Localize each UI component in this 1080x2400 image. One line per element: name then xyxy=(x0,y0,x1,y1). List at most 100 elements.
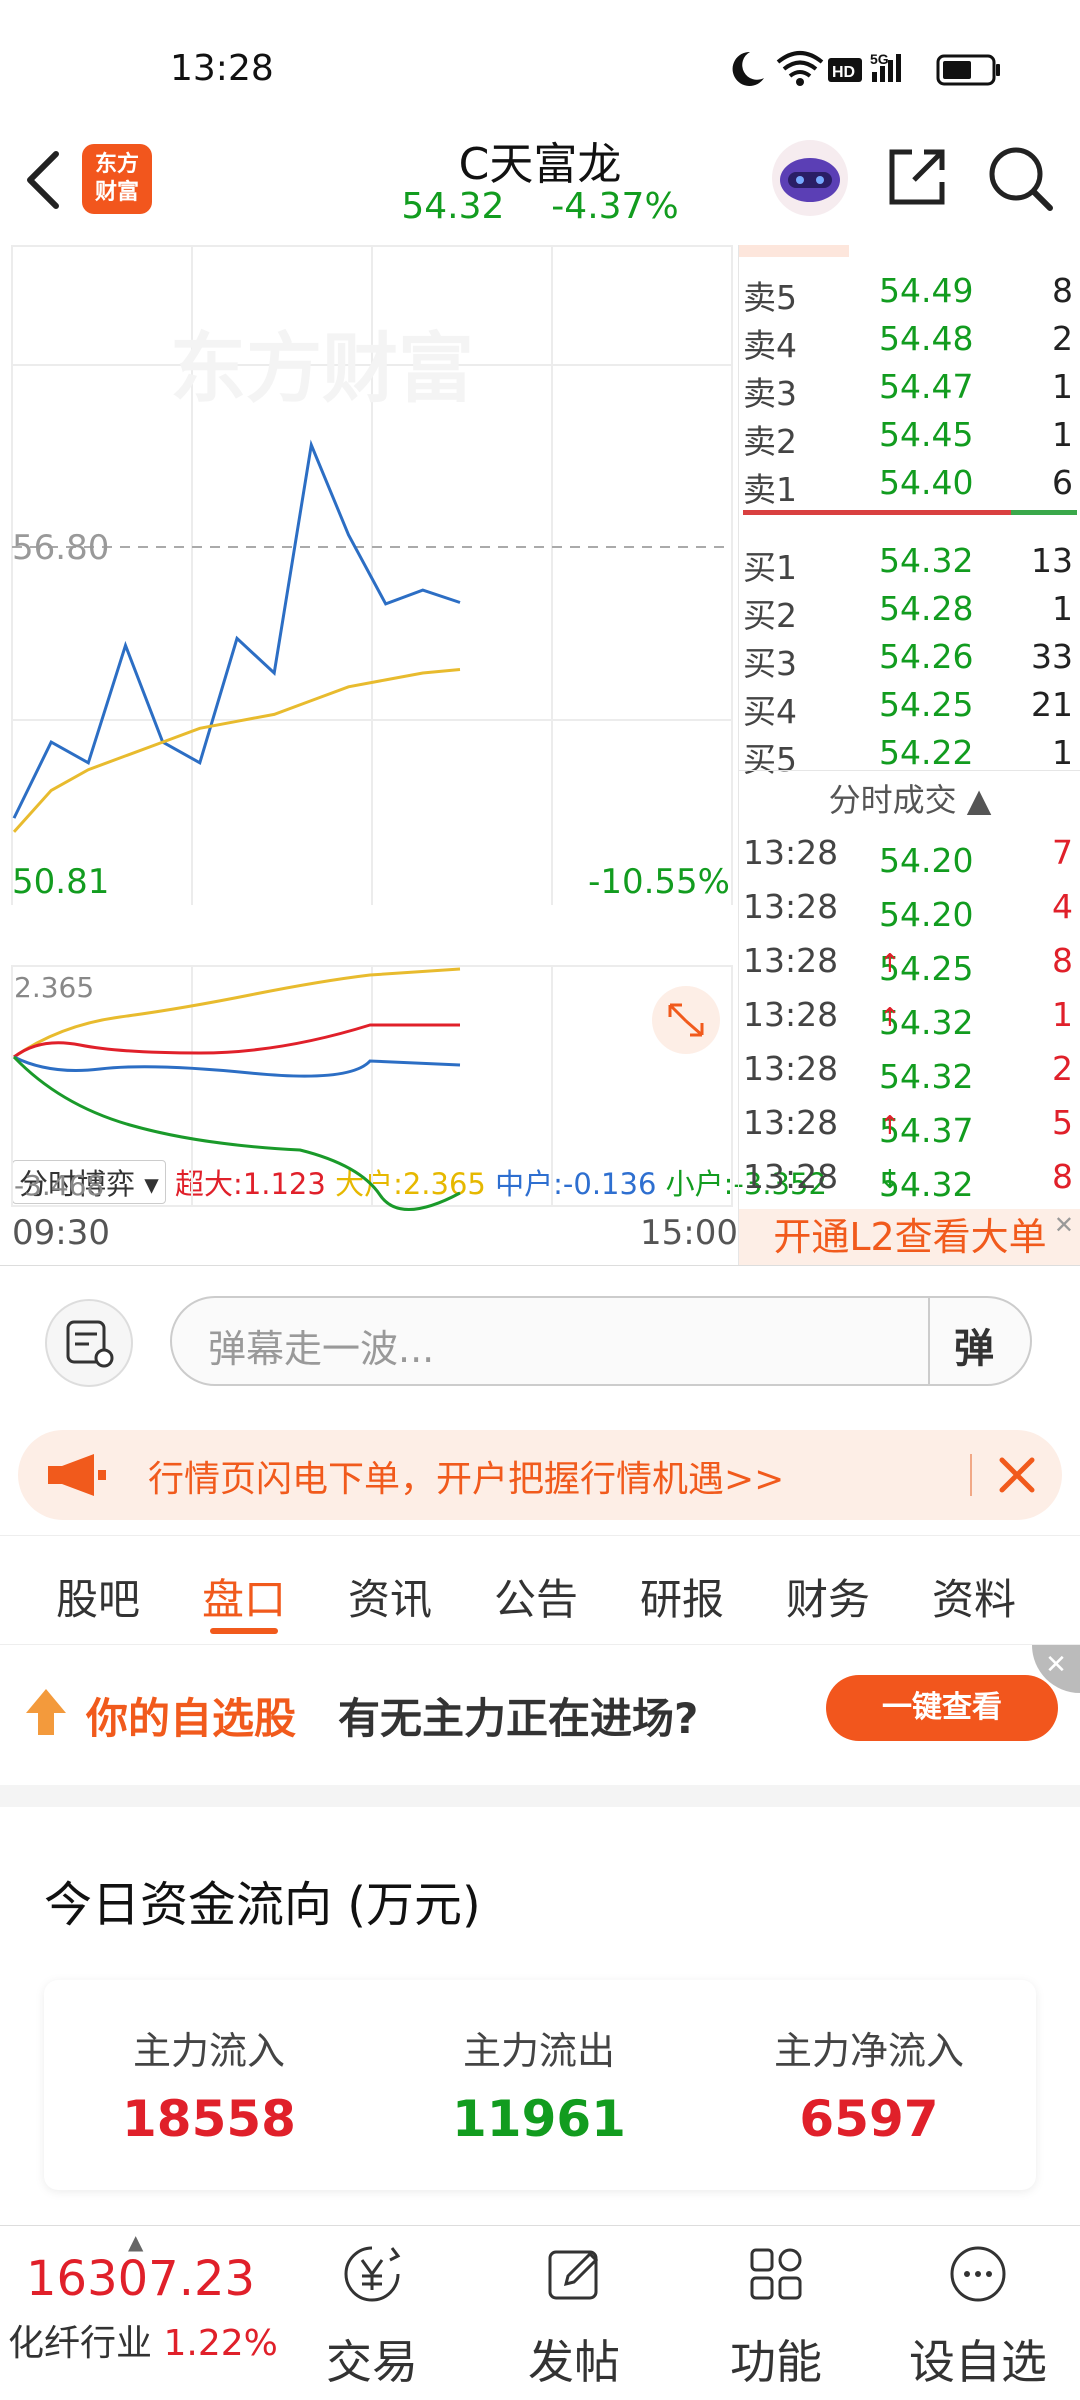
stock-header: 东方 财富 C天富龙 54.32 -4.37% xyxy=(0,120,1080,245)
ask-row[interactable]: 卖5 54.49 8 xyxy=(739,265,1080,317)
flow-max-label: 2.365 xyxy=(14,971,94,1004)
edit-icon xyxy=(548,2250,599,2300)
battery-icon xyxy=(936,54,1000,86)
danmu-toggle-button[interactable]: 弹 xyxy=(954,1316,994,1374)
fund-value: 11961 xyxy=(452,2090,626,2148)
svg-text:HD: HD xyxy=(832,64,855,81)
average-price-line xyxy=(12,668,461,833)
trade-row: 13:28 54.32 ↑ 1 xyxy=(743,995,1073,1042)
grid-icon xyxy=(750,2248,802,2300)
tab-guba[interactable]: 股吧 xyxy=(56,1566,140,1627)
danmu-settings-icon[interactable] xyxy=(44,1298,134,1388)
bottom-nav: ▲ 16307.23 化纤行业 1.22% 交易 发帖 功能 设自选 xyxy=(0,2225,1080,2400)
stock-price: 54.32 xyxy=(401,186,505,227)
industry-index[interactable]: ▲ 16307.23 化纤行业 1.22% xyxy=(0,2226,300,2400)
danmu-input[interactable]: 弹幕走一波... 弹 xyxy=(170,1296,1032,1386)
bid-row[interactable]: 买2 54.28 1 xyxy=(739,583,1080,635)
flow-line-medium xyxy=(13,1055,461,1078)
index-change: 1.22% xyxy=(163,2323,278,2364)
nav-trade[interactable]: 交易 xyxy=(272,2226,472,2400)
more-icon xyxy=(950,2246,1006,2302)
fund-label: 主力净流入 xyxy=(773,2029,964,2073)
tab-pankou[interactable]: 盘口 xyxy=(202,1566,286,1627)
watch-promo-highlight: 你的自选股 xyxy=(86,1694,297,1743)
fund-flow-title: 今日资金流向 (万元) xyxy=(44,1877,481,1933)
wifi-icon xyxy=(776,51,824,78)
section-gap xyxy=(0,1785,1080,1807)
tab-profile[interactable]: 资料 xyxy=(932,1566,1016,1627)
svg-text:5G: 5G xyxy=(870,51,889,67)
price-line xyxy=(12,439,461,819)
promo-bar[interactable]: 行情页闪电下单，开户把握行情机遇>> xyxy=(18,1430,1062,1520)
yen-icon xyxy=(344,2246,401,2302)
promo-text: 行情页闪电下单，开户把握行情机遇>> xyxy=(148,1459,785,1500)
ask-row[interactable]: 卖4 54.48 2 xyxy=(739,313,1080,365)
trades-title-label: 分时成交 xyxy=(828,781,957,819)
danmu-bar: 弹幕走一波... 弹 xyxy=(0,1265,1080,1410)
divider xyxy=(739,770,1080,771)
capital-flow-chart[interactable]: 2.365 -3.468 xyxy=(0,965,738,1215)
trade-row: 13:28 54.32 ↓ 8 xyxy=(743,1157,1073,1204)
low-pct-label: -10.55% xyxy=(588,862,730,902)
flow-line-super xyxy=(13,1023,460,1059)
share-icon[interactable] xyxy=(884,144,950,210)
fund-label: 主力流出 xyxy=(462,2029,615,2073)
orderbook-accent xyxy=(739,245,849,257)
low-price-label: 50.81 xyxy=(12,862,109,902)
bid-row[interactable]: 买1 54.32 13 xyxy=(739,535,1080,587)
ask-bid-ratio-green xyxy=(1011,510,1077,515)
signal-icon: 5G xyxy=(870,51,901,82)
main-outflow: 主力流出 11961 xyxy=(374,1980,704,2190)
main-net-inflow: 主力净流入 6597 xyxy=(704,1980,1034,2190)
bid-row[interactable]: 买4 54.25 21 xyxy=(739,679,1080,731)
fund-value: 18558 xyxy=(122,2090,296,2148)
fund-label: 主力流入 xyxy=(132,2029,285,2073)
ask-row[interactable]: 卖3 54.47 1 xyxy=(739,361,1080,413)
order-book: 卖5 54.49 8 卖4 54.48 2 卖3 54.47 1 卖2 54.45 1 卖1 54… xyxy=(738,245,1080,1265)
nav-label: 发帖 xyxy=(528,2335,620,2389)
ask-row[interactable]: 卖1 54.40 6 xyxy=(739,457,1080,509)
search-icon[interactable] xyxy=(986,144,1056,214)
l2-upgrade-banner[interactable]: 开通L2查看大单 xyxy=(739,1209,1080,1265)
bid-row[interactable]: 买3 54.26 33 xyxy=(739,631,1080,683)
bid-row[interactable]: 买5 54.22 1 xyxy=(739,727,1080,779)
promo-divider xyxy=(970,1454,972,1496)
check-now-button[interactable]: 一键查看 xyxy=(826,1675,1058,1741)
megaphone-icon xyxy=(48,1454,106,1496)
l2-close-icon[interactable]: ✕ xyxy=(1054,1211,1074,1239)
status-bar: 13:28 HD 5G xyxy=(0,0,1080,130)
trade-row: 13:28 54.20 7 xyxy=(743,833,1073,880)
main-inflow: 主力流入 18558 xyxy=(44,1980,374,2190)
nav-post[interactable]: 发帖 xyxy=(474,2226,674,2400)
trade-row: 13:28 54.37 ↑ 5 xyxy=(743,1103,1073,1150)
tab-research[interactable]: 研报 xyxy=(640,1566,724,1627)
stock-change-pct: -4.37% xyxy=(551,186,679,227)
active-tab-indicator xyxy=(210,1628,278,1634)
tab-news[interactable]: 资讯 xyxy=(348,1566,432,1627)
intraday-chart-area[interactable]: 东方财富 56.80 50.81 -10.55% 分时博弈 ▾ 超大:1.123… xyxy=(0,245,827,1265)
tab-announcements[interactable]: 公告 xyxy=(494,1566,578,1627)
time-end-label: 15:00 xyxy=(640,1213,738,1253)
danmu-divider xyxy=(928,1298,930,1384)
fund-value: 6597 xyxy=(799,2090,939,2148)
price-chart[interactable]: 东方财富 56.80 50.81 -10.55% xyxy=(0,245,738,905)
status-time: 13:28 xyxy=(170,48,274,89)
arrow-up-icon xyxy=(26,1689,66,1735)
nav-functions[interactable]: 功能 xyxy=(676,2226,876,2400)
index-name: 化纤行业 xyxy=(8,2323,153,2364)
ask-bid-ratio-red xyxy=(743,510,1011,515)
watch-promo-text: 有无主力正在进场? xyxy=(338,1694,699,1743)
ask-row[interactable]: 卖2 54.45 1 xyxy=(739,409,1080,461)
nav-label: 设自选 xyxy=(909,2335,1047,2389)
trades-title[interactable]: 分时成交 ▲ xyxy=(739,775,1080,821)
nav-add-watchlist[interactable]: 设自选 xyxy=(878,2226,1078,2400)
watermark: 东方财富 xyxy=(170,324,474,413)
tab-finance[interactable]: 财务 xyxy=(786,1566,870,1627)
close-icon[interactable] xyxy=(990,1448,1044,1502)
robot-assistant-icon[interactable] xyxy=(770,138,850,218)
nav-label: 交易 xyxy=(326,2335,418,2389)
watchlist-promo[interactable]: 你的自选股 有无主力正在进场? 一键查看 ✕ xyxy=(0,1645,1080,1785)
trade-row: 13:28 54.25 ↑ 8 xyxy=(743,941,1073,988)
time-start-label: 09:30 xyxy=(12,1213,110,1253)
index-value: 16307.23 xyxy=(26,2251,256,2307)
